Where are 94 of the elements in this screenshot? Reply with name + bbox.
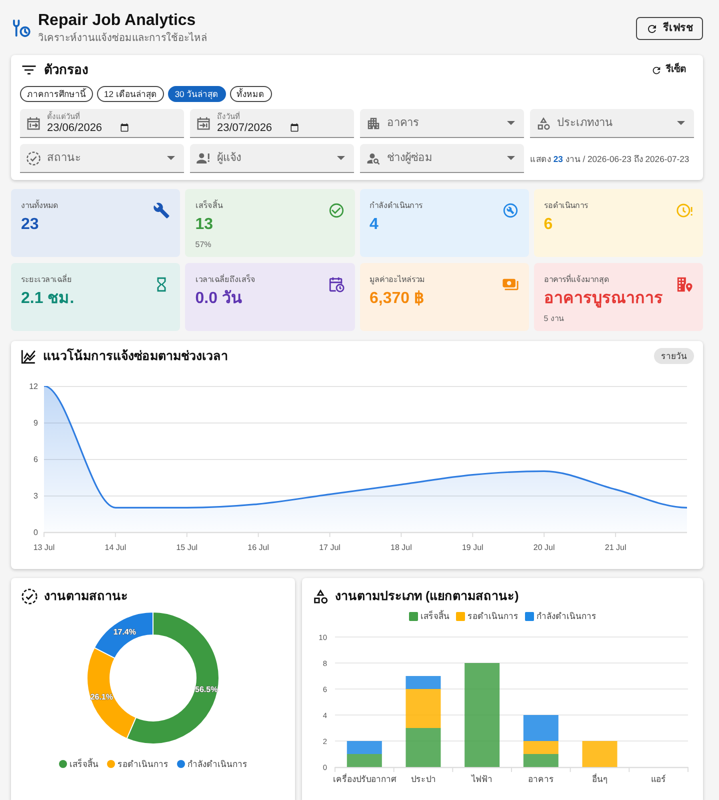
- period-chip[interactable]: ทั้งหมด: [230, 86, 272, 102]
- calendar-icon: [290, 122, 300, 132]
- x-axis-label: 21 Jul: [604, 543, 626, 552]
- x-axis-label: 14 Jul: [104, 543, 126, 552]
- legend-label: รอดำเนินการ: [468, 610, 518, 622]
- x-axis-label: ประปา: [410, 774, 436, 784]
- select-field[interactable]: ช่างผู้ซ่อม: [360, 144, 524, 173]
- dropdown-caret-icon: [507, 156, 515, 160]
- legend-label: รอดำเนินการ: [118, 758, 168, 770]
- bar-segment: [346, 741, 382, 754]
- results-summary: แสดง 23 งาน / 2026-06-23 ถึง 2026-07-23: [530, 152, 690, 164]
- select-field[interactable]: สถานะ: [20, 144, 184, 173]
- x-axis-label: แอร์: [651, 774, 666, 784]
- slice-percent-label: 26.1%: [90, 692, 113, 702]
- person-alert-icon: [196, 150, 211, 166]
- stat-label: เวลาเฉลี่ยถึงเสร็จ: [195, 274, 256, 286]
- select-field[interactable]: อาคาร: [360, 109, 524, 138]
- legend-label: กำลังดำเนินการ: [536, 610, 596, 622]
- stat-label: รอดำเนินการ: [544, 200, 588, 212]
- x-axis-label: 13 Jul: [33, 543, 55, 552]
- dashed-check-circle-icon: [21, 588, 38, 604]
- period-chip[interactable]: 30 วันล่าสุด: [168, 86, 226, 102]
- stat-label: อาคารที่แจ้งมากสุด: [544, 274, 610, 286]
- wrench-clock-icon: [12, 19, 31, 38]
- dropdown-caret-icon: [677, 121, 685, 125]
- bar-segment: [523, 754, 558, 767]
- reset-button[interactable]: รีเซ็ต: [647, 61, 690, 79]
- period-badge: รายวัน: [654, 348, 694, 364]
- dropdown-caret-icon: [337, 156, 345, 160]
- bar-segment: [582, 741, 618, 767]
- chart-title: แนวโน้มการแจ้งซ่อมตามช่วงเวลา: [43, 347, 228, 365]
- shapes-icon: [536, 116, 551, 130]
- chart-title: งานตามสถานะ: [44, 588, 128, 605]
- banknote-icon: [502, 276, 519, 293]
- stat-label: ระยะเวลาเฉลี่ย: [21, 274, 73, 286]
- bar-segment: [406, 728, 441, 767]
- x-axis-label: 16 Jul: [248, 543, 270, 552]
- y-axis-label: 6: [34, 455, 38, 464]
- clock-alert-icon: [676, 202, 693, 219]
- x-axis-label: 18 Jul: [390, 543, 412, 552]
- stat-value: อาคารบูรณาการ: [544, 289, 663, 310]
- stat-value: 23: [21, 215, 40, 235]
- stat-label: กำลังดำเนินการ: [370, 200, 422, 212]
- page-title: Repair Job Analytics: [38, 11, 197, 31]
- chart-title: งานตามประเภท (แยกตามสถานะ): [335, 588, 519, 605]
- page-subtitle: วิเคราะห์งานแจ้งซ่อมและการใช้อะไหล่: [38, 32, 207, 46]
- calendar-clock-icon: [328, 276, 344, 293]
- x-axis-label: ไฟฟ้า: [472, 774, 493, 784]
- line-chart-icon: [20, 348, 37, 364]
- x-axis-label: อื่นๆ: [592, 774, 608, 784]
- stat-label: เสร็จสิ้น: [195, 200, 222, 212]
- shapes-icon: [312, 588, 329, 604]
- period-chip[interactable]: 12 เดือนล่าสุด: [97, 86, 164, 102]
- slice-percent-label: 56.5%: [195, 685, 218, 694]
- bar-segment: [346, 754, 382, 767]
- y-axis-label: 3: [34, 492, 38, 500]
- select-field[interactable]: ผู้แจ้ง: [190, 144, 354, 173]
- dropdown-caret-icon: [167, 156, 175, 160]
- refresh-icon: [646, 22, 658, 34]
- stat-value: 13: [195, 215, 214, 235]
- x-axis-label: 20 Jul: [533, 543, 555, 552]
- person-search-icon: [366, 150, 381, 166]
- stat-label: งานทั้งหมด: [21, 200, 58, 212]
- wrench-icon: [153, 202, 170, 219]
- select-field[interactable]: ประเภทงาน: [530, 109, 694, 138]
- x-axis-label: 17 Jul: [319, 543, 340, 552]
- stat-value: 2.1 ชม.: [21, 289, 74, 309]
- slice-percent-label: 17.4%: [113, 627, 136, 636]
- stat-value: 6: [544, 215, 554, 235]
- stat-note: 5 งาน: [544, 313, 565, 324]
- dropdown-caret-icon: [507, 121, 515, 125]
- x-axis-label: อาคาร: [528, 774, 554, 784]
- y-axis-label: 0: [34, 528, 38, 537]
- period-chip[interactable]: ภาคการศึกษานี้: [20, 86, 93, 102]
- refresh-button[interactable]: รีเฟรช: [636, 17, 703, 40]
- legend-label: เสร็จสิ้น: [420, 610, 450, 622]
- stat-note: 57%: [195, 239, 212, 250]
- x-axis-label: 19 Jul: [462, 543, 484, 552]
- filter-title: ตัวกรอง: [44, 61, 88, 80]
- reset-icon: [651, 64, 662, 76]
- stat-value: 4: [370, 215, 380, 235]
- x-axis-label: 15 Jul: [176, 543, 198, 552]
- legend-label: เสร็จสิ้น: [70, 758, 98, 770]
- stat-value: 0.0 วัน: [195, 289, 243, 309]
- building-pin-icon: [676, 276, 693, 293]
- stat-value: 6,370 ฿: [370, 289, 424, 309]
- stat-label: มูลค่าอะไหล่รวม: [370, 274, 424, 286]
- building-icon: [366, 116, 381, 130]
- y-axis-label: 9: [34, 418, 38, 428]
- dashed-check-circle-icon: [26, 150, 41, 166]
- legend-label: กำลังดำเนินการ: [188, 758, 248, 770]
- calendar-icon: [120, 122, 130, 132]
- x-axis-label: เครื่องปรับอากาศ: [332, 774, 396, 784]
- y-axis-label: 12: [29, 382, 38, 391]
